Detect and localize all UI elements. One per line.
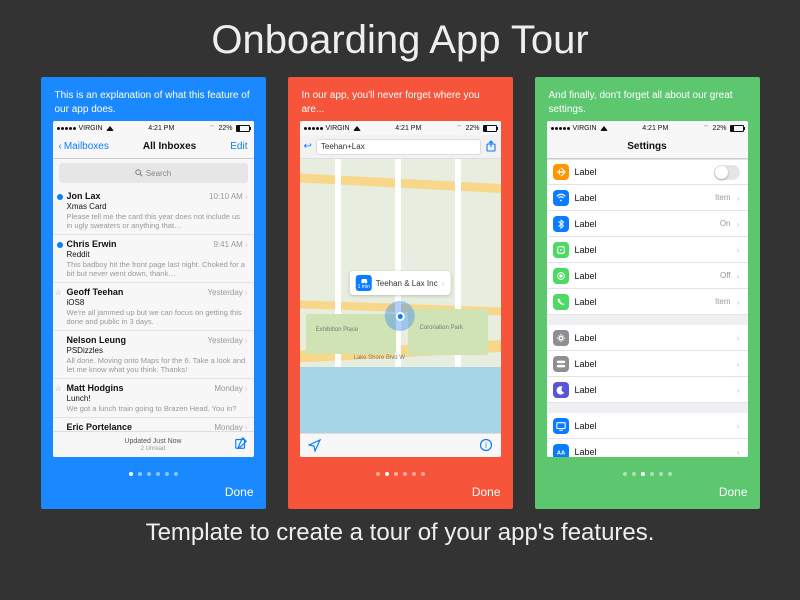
chevron-right-icon: ›: [737, 385, 740, 395]
back-icon[interactable]: ↩: [304, 141, 312, 152]
chevron-right-icon: ›: [737, 447, 740, 457]
bluetooth-icon: ⌔: [456, 124, 463, 133]
tour-card-mail[interactable]: This is an explanation of what this feat…: [41, 77, 266, 509]
wifi-icon: [600, 126, 608, 131]
status-bar: VIRGIN 4:21 PM ⌔22%: [53, 121, 254, 135]
page-indicator[interactable]: [623, 472, 672, 476]
moon-icon: [553, 382, 569, 398]
search-input[interactable]: Search: [59, 163, 248, 183]
chevron-right-icon: ›: [737, 219, 740, 229]
settings-row[interactable]: Label: [547, 159, 748, 185]
done-button[interactable]: Done: [472, 485, 501, 499]
chevron-left-icon: ‹: [59, 141, 62, 152]
toggle[interactable]: [714, 165, 740, 180]
card-caption: This is an explanation of what this feat…: [53, 87, 254, 121]
cell-icon: [553, 242, 569, 258]
settings-list: LabelLabelItem›LabelOn›Label›LabelOff›La…: [547, 159, 748, 457]
settings-row[interactable]: LabelOn›: [547, 211, 748, 237]
page-subtitle: Template to create a tour of your app's …: [0, 509, 800, 547]
settings-row[interactable]: Label›: [547, 325, 748, 351]
tour-card-map[interactable]: In our app, you'll never forget where yo…: [288, 77, 513, 509]
map-pin[interactable]: 1 min Teehan & Lax Inc ›: [350, 271, 451, 331]
page-indicator[interactable]: [376, 472, 425, 476]
gear-icon: [553, 330, 569, 346]
locate-button[interactable]: [308, 438, 322, 454]
chevron-right-icon: ›: [737, 333, 740, 343]
wifi-icon: [553, 190, 569, 206]
map-callout[interactable]: 1 min Teehan & Lax Inc ›: [350, 271, 451, 295]
done-button[interactable]: Done: [719, 485, 748, 499]
settings-row[interactable]: LabelItem›: [547, 289, 748, 315]
mail-row[interactable]: Eric PortelanceMonday›: [53, 418, 254, 431]
mail-row[interactable]: ☆Geoff TeehanYesterday›iOS8We're all jam…: [53, 283, 254, 331]
mail-row[interactable]: Jon Lax10:10 AM›Xmas CardPlease tell me …: [53, 187, 254, 235]
chevron-right-icon: ›: [737, 297, 740, 307]
mail-row[interactable]: ☆Matt HodginsMonday›Lunch!We got a lunch…: [53, 379, 254, 418]
share-button[interactable]: [485, 140, 497, 154]
cards-row: This is an explanation of what this feat…: [0, 75, 800, 509]
svg-text:i: i: [485, 441, 487, 450]
settings-row[interactable]: AALabel›: [547, 439, 748, 457]
done-button[interactable]: Done: [225, 485, 254, 499]
settings-row[interactable]: Label›: [547, 237, 748, 263]
page-title: Onboarding App Tour: [0, 0, 800, 75]
star-icon: ☆: [55, 384, 62, 393]
page-indicator[interactable]: [129, 472, 178, 476]
plane-icon: [553, 164, 569, 180]
mail-toolbar: Updated Just Now 2 Unread: [53, 431, 254, 457]
wifi-icon: [106, 126, 114, 131]
text-icon: AA: [553, 444, 569, 458]
mail-navbar: ‹Mailboxes All Inboxes Edit: [53, 135, 254, 159]
chevron-right-icon: ›: [737, 193, 740, 203]
phone-settings: VIRGIN 4:21 PM ⌔22% Settings LabelLabelI…: [547, 121, 748, 457]
chevron-right-icon: ›: [737, 245, 740, 255]
display-icon: [553, 418, 569, 434]
bluetooth-icon: ⌔: [703, 124, 710, 133]
mail-row[interactable]: Nelson LeungYesterday›PSDizzlesAll done.…: [53, 331, 254, 379]
phone-icon: [553, 294, 569, 310]
back-button[interactable]: ‹Mailboxes: [59, 141, 109, 152]
phone-map: VIRGIN 4:21 PM ⌔22% ↩ Teehan+Lax Exhibit…: [300, 121, 501, 457]
settings-row[interactable]: Label›: [547, 351, 748, 377]
settings-row[interactable]: LabelOff›: [547, 263, 748, 289]
map-search-input[interactable]: Teehan+Lax: [316, 139, 481, 155]
location-dot-icon: [385, 301, 415, 331]
search-icon: [135, 169, 143, 177]
wifi-icon: [353, 126, 361, 131]
settings-row[interactable]: Label›: [547, 413, 748, 439]
settings-navbar: Settings: [547, 135, 748, 159]
phone-mail: VIRGIN 4:21 PM ⌔22% ‹Mailboxes All Inbox…: [53, 121, 254, 457]
hotspot-icon: [553, 268, 569, 284]
info-button[interactable]: i: [479, 438, 493, 454]
card-caption: In our app, you'll never forget where yo…: [300, 87, 501, 121]
settings-row[interactable]: LabelItem›: [547, 185, 748, 211]
switches-icon: [553, 356, 569, 372]
chevron-right-icon: ›: [442, 279, 445, 288]
unread-dot-icon: [57, 242, 63, 248]
map-view[interactable]: Exhibition Place Coronation Park Lake Sh…: [300, 159, 501, 433]
svg-text:AA: AA: [556, 450, 565, 456]
status-bar: VIRGIN 4:21 PM ⌔22%: [300, 121, 501, 135]
unread-dot-icon: [57, 194, 63, 200]
edit-button[interactable]: Edit: [230, 141, 247, 152]
bluetooth-icon: [553, 216, 569, 232]
car-icon: 1 min: [356, 275, 372, 291]
compose-button[interactable]: [234, 436, 248, 452]
star-icon: ☆: [55, 288, 62, 297]
map-toolbar: i: [300, 433, 501, 457]
tour-card-settings[interactable]: And finally, don't forget all about our …: [535, 77, 760, 509]
bluetooth-icon: ⌔: [209, 124, 216, 133]
map-searchbar: ↩ Teehan+Lax: [300, 135, 501, 159]
mail-row[interactable]: Chris Erwin9:41 AM›RedditThis badboy hit…: [53, 235, 254, 283]
chevron-right-icon: ›: [737, 359, 740, 369]
mail-list: Jon Lax10:10 AM›Xmas CardPlease tell me …: [53, 187, 254, 431]
status-bar: VIRGIN 4:21 PM ⌔22%: [547, 121, 748, 135]
chevron-right-icon: ›: [737, 271, 740, 281]
chevron-right-icon: ›: [737, 421, 740, 431]
card-caption: And finally, don't forget all about our …: [547, 87, 748, 121]
settings-row[interactable]: Label›: [547, 377, 748, 403]
